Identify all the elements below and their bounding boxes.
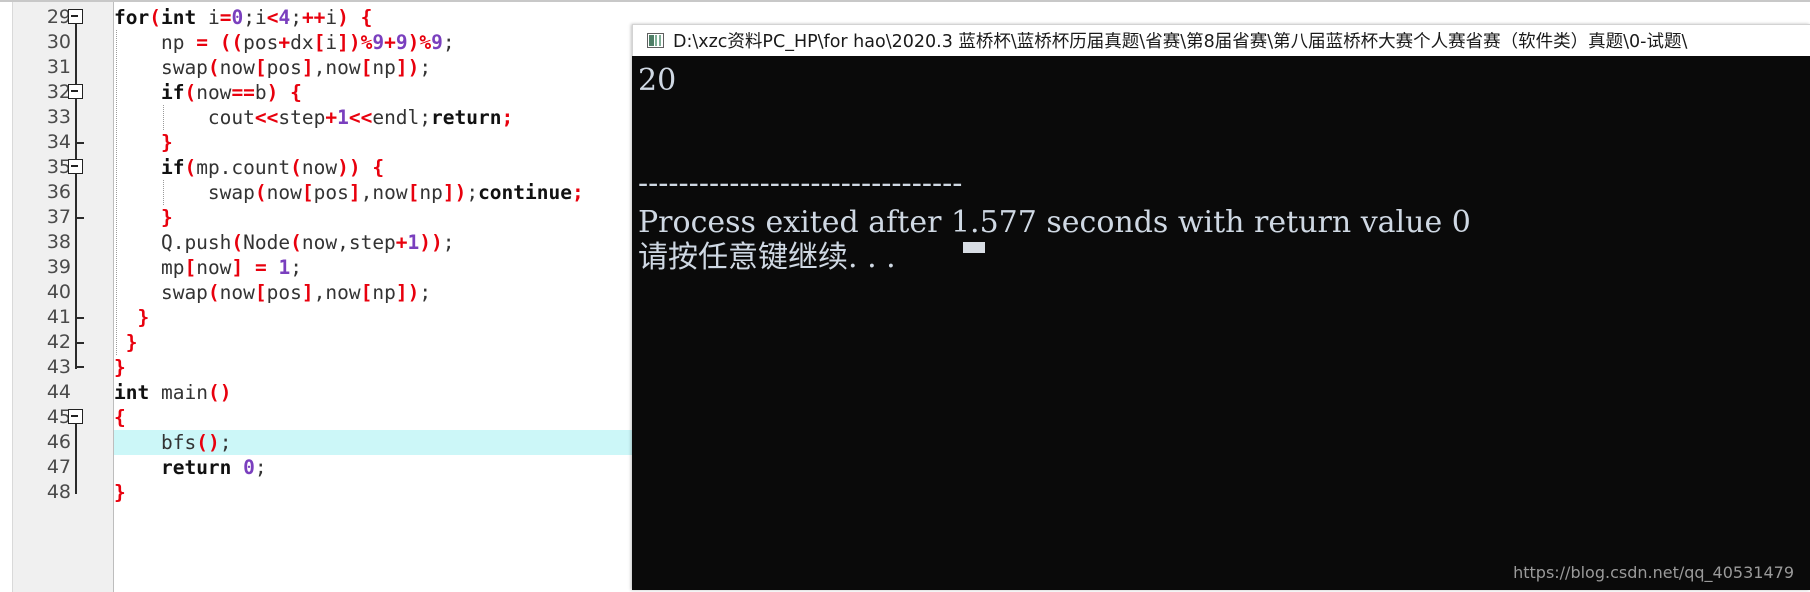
console-exit-message: Process exited after 1.577 seconds with …	[638, 205, 1471, 240]
editor-gutter[interactable]: 29 30 31 32 33 34 35 36 37 38 39 40 41 42 43 44 45 46 47 48	[13, 2, 114, 592]
console-output-value: 20	[638, 63, 677, 98]
line-number: 44	[46, 381, 71, 403]
line-number: 29	[46, 6, 71, 28]
line-number: 33	[46, 106, 71, 128]
line-number: 46	[46, 431, 71, 453]
line-number: 40	[46, 281, 71, 303]
code-line: }	[125, 331, 138, 354]
console-press-any-key: 请按任意键继续. . .	[638, 240, 896, 275]
code-line: cout<<step+1<<endl;return;	[114, 106, 514, 129]
line-number: 36	[46, 181, 71, 203]
line-number: 37	[46, 206, 71, 228]
code-line: }	[137, 306, 150, 329]
fold-spine	[75, 424, 77, 494]
code-line: }	[160, 206, 173, 229]
code-line: {	[114, 406, 126, 429]
fold-toggle-icon[interactable]	[68, 9, 83, 24]
line-number: 31	[46, 56, 71, 78]
console-block-cursor	[963, 242, 985, 253]
console-window[interactable]: D:\xzc资料PC_HP\for hao\2020.3 蓝桥杯\蓝桥杯历届真题…	[632, 24, 1810, 590]
code-line: }	[160, 131, 173, 154]
fold-tick	[75, 342, 84, 344]
code-line: if(now==b) {	[160, 81, 302, 104]
csdn-watermark: https://blog.csdn.net/qq_40531479	[1513, 563, 1794, 582]
code-line: np = ((pos+dx[i])%9+9)%9;	[114, 31, 455, 54]
console-output-area[interactable]: 20 -------------------------------- Proc…	[632, 56, 1810, 590]
line-number: 39	[46, 256, 71, 278]
editor-left-rail	[0, 2, 13, 592]
line-number: 48	[46, 481, 71, 503]
code-line: if(mp.count(now)) {	[160, 156, 385, 179]
line-number: 43	[46, 356, 71, 378]
fold-toggle-icon[interactable]	[68, 84, 83, 99]
code-line: mp[now] = 1;	[114, 256, 302, 279]
code-line: bfs();	[114, 431, 232, 454]
code-line: swap(now[pos],now[np]);	[114, 56, 432, 79]
code-line: }	[114, 481, 126, 504]
line-number: 34	[46, 131, 71, 153]
fold-toggle-icon[interactable]	[68, 409, 83, 424]
code-line: for(int i=0;i<4;++i) {	[114, 6, 373, 29]
line-number: 35	[46, 156, 71, 178]
line-number: 47	[46, 456, 71, 478]
code-line: Q.push(Node(now,step+1));	[114, 231, 455, 254]
code-line: }	[114, 356, 126, 379]
line-number: 30	[46, 31, 71, 53]
fold-end-bracket	[75, 349, 84, 368]
fold-tick	[75, 142, 84, 144]
code-line: swap(now[pos],now[np]);	[114, 281, 432, 304]
line-number: 32	[46, 81, 71, 103]
fold-toggle-icon[interactable]	[68, 159, 83, 174]
console-title-text: D:\xzc资料PC_HP\for hao\2020.3 蓝桥杯\蓝桥杯历届真题…	[673, 32, 1688, 52]
line-number: 38	[46, 231, 71, 253]
console-separator-line: --------------------------------	[638, 166, 963, 201]
console-title-bar[interactable]: D:\xzc资料PC_HP\for hao\2020.3 蓝桥杯\蓝桥杯历届真题…	[632, 24, 1810, 56]
line-number: 41	[46, 306, 71, 328]
fold-tick	[75, 217, 84, 219]
fold-tick	[75, 317, 84, 319]
code-line: swap(now[pos],now[np]);continue;	[114, 181, 584, 204]
line-number: 45	[46, 406, 71, 428]
console-window-icon	[647, 33, 664, 48]
line-number: 42	[46, 331, 71, 353]
code-line: return 0;	[160, 456, 267, 479]
screenshot-root: 29 30 31 32 33 34 35 36 37 38 39 40 41 42 43 44 45 46 47 48…	[0, 0, 1810, 592]
code-line: int main()	[114, 381, 232, 404]
